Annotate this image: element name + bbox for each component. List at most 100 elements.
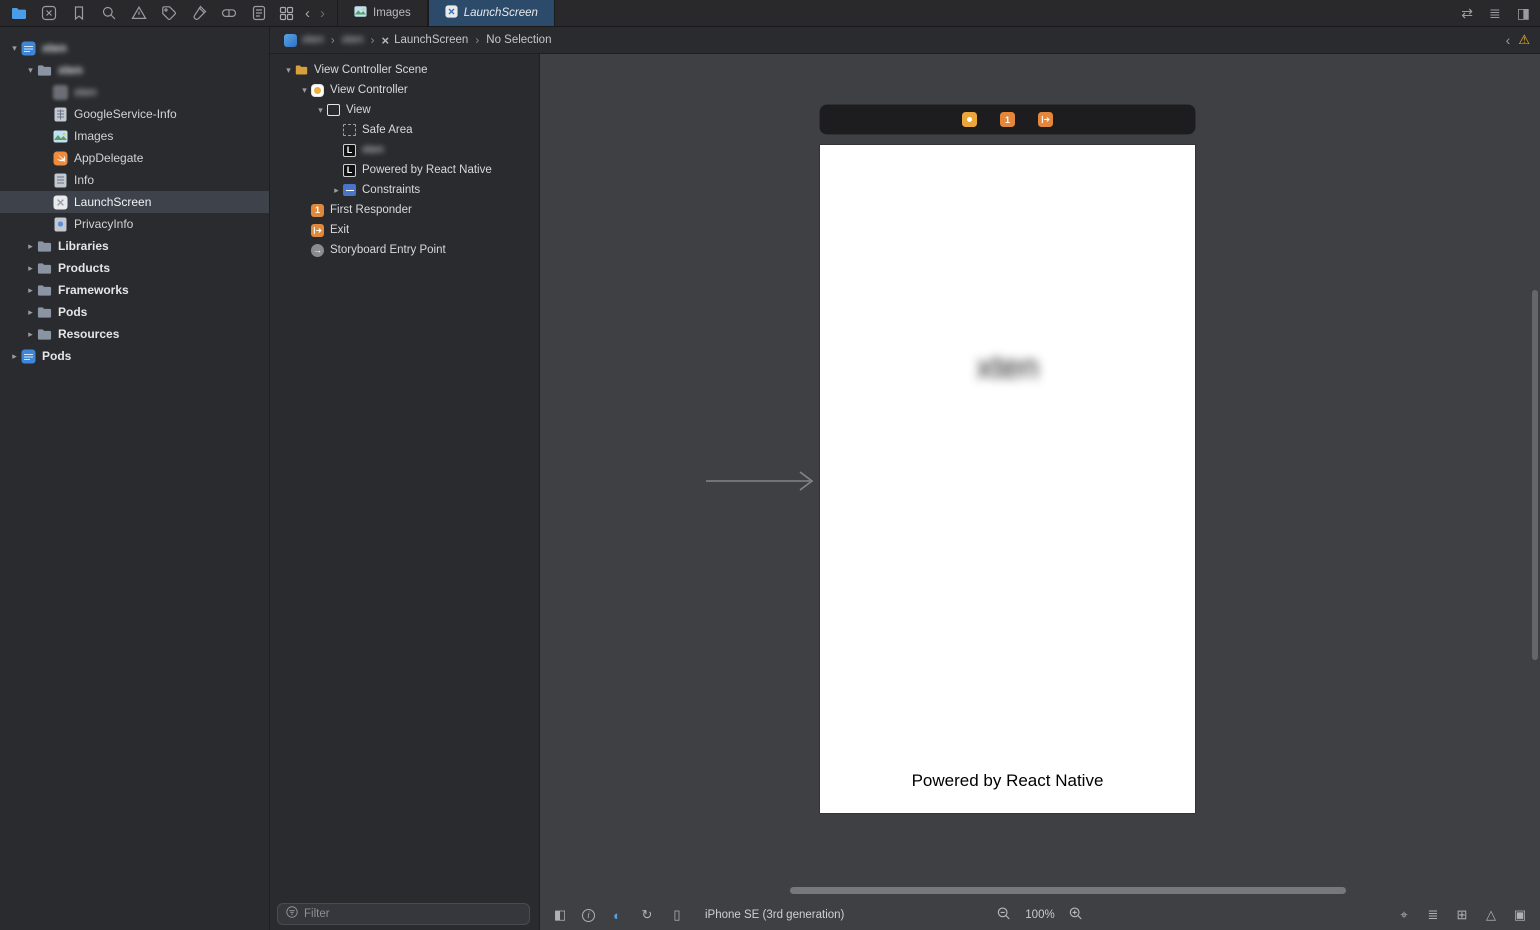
navigator-item-images[interactable]: Images — [0, 125, 269, 147]
navigator-item-frameworks[interactable]: ▸ Frameworks — [0, 279, 269, 301]
app-title-label[interactable]: xten — [820, 348, 1195, 386]
swift-file-icon — [53, 151, 68, 166]
test-icon[interactable] — [190, 5, 207, 22]
breadcrumb-project[interactable]: xten — [284, 33, 324, 47]
add-constraints-icon[interactable]: ⊞ — [1454, 907, 1470, 923]
bookmark-icon[interactable] — [70, 5, 87, 22]
filter-input[interactable] — [304, 908, 521, 920]
outline-item-label: Constraints — [362, 184, 421, 196]
appearance-toggle-icon[interactable]: ◐ — [609, 907, 625, 923]
navigator-item-googleservice-info[interactable]: GoogleService-Info — [0, 103, 269, 125]
assets-icon — [354, 5, 367, 21]
navigator-item-label: GoogleService-Info — [74, 107, 177, 121]
chevron-down-icon[interactable]: ▾ — [282, 65, 295, 76]
forward-button[interactable]: › — [320, 6, 325, 21]
powered-by-label[interactable]: Powered by React Native — [820, 771, 1195, 791]
chevron-down-icon[interactable]: ▾ — [314, 105, 327, 116]
horizontal-scrollbar[interactable] — [790, 887, 1346, 894]
swap-editor-icon[interactable]: ⇄ — [1461, 5, 1473, 22]
launch-screen-view[interactable]: xten Powered by React Native — [820, 145, 1195, 813]
navigator-item-resources[interactable]: ▸ Resources — [0, 323, 269, 345]
breadcrumb-file[interactable]: × LaunchScreen — [382, 33, 469, 48]
outline-toggle-icon[interactable]: ◧ — [552, 907, 568, 923]
storyboard-entry-arrow[interactable] — [706, 468, 824, 494]
outline-item-scene[interactable]: ▾ View Controller Scene — [270, 60, 539, 80]
warning-icon[interactable]: ⚠ — [1518, 32, 1530, 48]
chevron-left-icon[interactable]: ‹ — [1506, 32, 1511, 48]
zoom-out-button[interactable] — [996, 906, 1011, 924]
chevron-down-icon[interactable]: ▾ — [8, 43, 21, 54]
safe-area-icon — [343, 124, 356, 136]
tab-images[interactable]: Images — [337, 0, 428, 26]
project-navigator: ▾ xten ▾ xten xten GoogleService-Info Im… — [0, 27, 270, 930]
orientation-icon[interactable]: ↻ — [639, 907, 655, 923]
tab-overview-icon[interactable] — [278, 5, 295, 22]
chevron-right-icon[interactable]: ▸ — [24, 307, 37, 318]
close-square-icon[interactable] — [40, 5, 57, 22]
outline-item-label: Powered by React Native — [362, 164, 492, 176]
navigator-item-group[interactable]: ▾ xten — [0, 59, 269, 81]
outline-item-safe-area[interactable]: Safe Area — [270, 120, 539, 140]
update-frames-icon[interactable]: ⌖ — [1396, 907, 1412, 923]
zoom-level[interactable]: 100% — [1025, 909, 1054, 921]
outline-item-title-label[interactable]: L xten — [270, 140, 539, 160]
device-selector[interactable]: iPhone SE (3rd generation) — [705, 909, 844, 921]
adjust-editor-icon[interactable]: i — [582, 908, 595, 922]
outline-item-powered-label[interactable]: L Powered by React Native — [270, 160, 539, 180]
chevron-right-icon[interactable]: ▸ — [330, 185, 343, 196]
navigator-item-launchscreen[interactable]: LaunchScreen — [0, 191, 269, 213]
chevron-down-icon[interactable]: ▾ — [298, 85, 311, 96]
scene-dock[interactable]: 1 — [820, 105, 1195, 134]
resolve-issues-icon[interactable]: △ — [1483, 907, 1499, 923]
outline-item-view[interactable]: ▾ View — [270, 100, 539, 120]
exit-icon[interactable] — [1038, 112, 1053, 127]
chevron-right-icon[interactable]: ▸ — [24, 285, 37, 296]
editor-options-icon[interactable]: ≣ — [1489, 5, 1501, 22]
privacy-file-icon — [53, 217, 68, 232]
search-icon[interactable] — [100, 5, 117, 22]
breadcrumb-selection[interactable]: No Selection — [486, 34, 551, 46]
notes-icon[interactable] — [250, 5, 267, 22]
breadcrumb-group[interactable]: xten — [342, 34, 364, 46]
outline-filter-field[interactable] — [277, 903, 530, 925]
files-icon[interactable] — [10, 5, 27, 22]
navigator-item-pods-project[interactable]: ▸ Pods — [0, 345, 269, 367]
chevron-right-icon[interactable]: ▸ — [8, 351, 21, 362]
back-button[interactable]: ‹ — [305, 6, 310, 21]
issues-icon[interactable] — [130, 5, 147, 22]
chevron-down-icon[interactable]: ▾ — [24, 65, 37, 76]
storyboard-canvas[interactable]: 1 xten Powered by React Native ◧ i ◐ ↻ ▯… — [540, 54, 1540, 930]
navigator-item-app[interactable]: xten — [0, 81, 269, 103]
device-icon: ▯ — [673, 907, 681, 922]
outline-item-entry-point[interactable]: → Storyboard Entry Point — [270, 240, 539, 260]
storyboard-icon — [53, 195, 68, 210]
right-panel-icon[interactable]: ◨ — [1517, 5, 1530, 22]
outline-item-label: View — [346, 104, 371, 116]
navigator-item-products[interactable]: ▸ Products — [0, 257, 269, 279]
outline-item-constraints[interactable]: ▸ Constraints — [270, 180, 539, 200]
chevron-right-icon[interactable]: ▸ — [24, 241, 37, 252]
outline-item-first-responder[interactable]: 1 First Responder — [270, 200, 539, 220]
capsule-icon[interactable] — [220, 5, 237, 22]
zoom-in-button[interactable] — [1069, 906, 1084, 924]
navigator-item-privacyinfo[interactable]: PrivacyInfo — [0, 213, 269, 235]
vertical-scrollbar[interactable] — [1532, 290, 1538, 660]
navigator-item-project[interactable]: ▾ xten — [0, 37, 269, 59]
view-controller-icon[interactable] — [962, 112, 977, 127]
navigator-item-libraries[interactable]: ▸ Libraries — [0, 235, 269, 257]
outline-item-view-controller[interactable]: ▾ View Controller — [270, 80, 539, 100]
first-responder-icon[interactable]: 1 — [1000, 112, 1015, 127]
embed-icon[interactable]: ▣ — [1512, 907, 1528, 923]
editor-area: xten › xten › × LaunchScreen › No Select… — [270, 27, 1540, 930]
tab-launchscreen[interactable]: LaunchScreen — [427, 0, 555, 26]
navigator-item-appdelegate[interactable]: AppDelegate — [0, 147, 269, 169]
tag-icon[interactable] — [160, 5, 177, 22]
navigator-item-label: Libraries — [58, 239, 109, 253]
navigator-item-info[interactable]: Info — [0, 169, 269, 191]
storyboard-entry-point-icon: → — [311, 243, 324, 257]
outline-item-exit[interactable]: Exit — [270, 220, 539, 240]
chevron-right-icon[interactable]: ▸ — [24, 263, 37, 274]
navigator-item-pods-group[interactable]: ▸ Pods — [0, 301, 269, 323]
chevron-right-icon[interactable]: ▸ — [24, 329, 37, 340]
align-icon[interactable]: ≣ — [1425, 907, 1441, 923]
